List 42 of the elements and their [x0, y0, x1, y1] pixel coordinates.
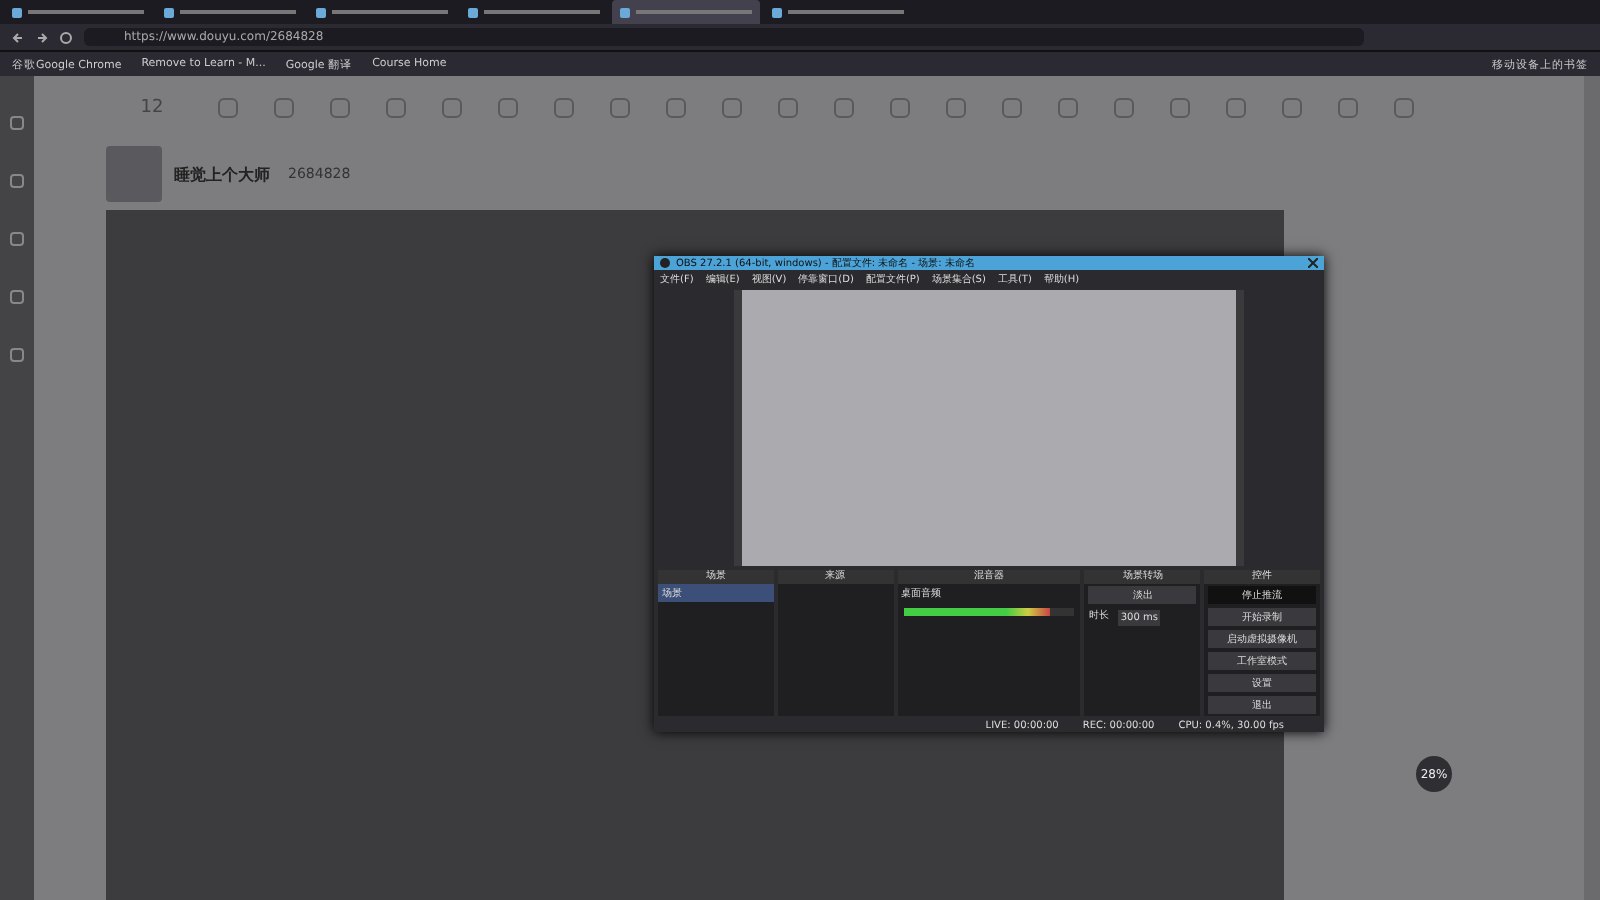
favicon-icon: [164, 7, 174, 17]
favicon-icon: [772, 7, 782, 17]
favicon-icon: [12, 7, 22, 17]
sidebar-icon[interactable]: [10, 232, 24, 246]
nav-icon[interactable]: [1282, 98, 1302, 118]
browser-tab[interactable]: [612, 0, 760, 24]
obs-logo-icon: [660, 258, 670, 269]
nav-icon[interactable]: [890, 98, 910, 118]
nav-icon[interactable]: [1394, 98, 1414, 118]
nav-icon[interactable]: [946, 98, 966, 118]
nav-icon[interactable]: [1226, 98, 1246, 118]
nav-icon[interactable]: [218, 98, 238, 118]
nav-icon[interactable]: [554, 98, 574, 118]
close-icon[interactable]: [1308, 258, 1318, 269]
nav-icon[interactable]: [274, 98, 294, 118]
sidebar-icon[interactable]: [10, 290, 24, 304]
nav-icon[interactable]: [386, 98, 406, 118]
favicon-icon: [620, 7, 630, 17]
nav-icon[interactable]: [722, 98, 742, 118]
nav-icon[interactable]: [778, 98, 798, 118]
avatar-placeholder: [106, 146, 162, 202]
favicon-icon: [468, 7, 478, 17]
sidebar-icon[interactable]: [10, 348, 24, 362]
reload-icon[interactable]: [60, 31, 72, 43]
nav-icon[interactable]: [498, 98, 518, 118]
nav-icon[interactable]: [834, 98, 854, 118]
back-arrow-icon[interactable]: [12, 31, 24, 43]
favicon-icon: [316, 7, 326, 17]
forward-arrow-icon[interactable]: [36, 31, 48, 43]
nav-icon[interactable]: [1058, 98, 1078, 118]
nav-icon[interactable]: [330, 98, 350, 118]
nav-icon[interactable]: [1002, 98, 1022, 118]
nav-icon[interactable]: [666, 98, 686, 118]
nav-icon[interactable]: [1338, 98, 1358, 118]
nav-icon[interactable]: [1114, 98, 1134, 118]
sidebar-icon[interactable]: [10, 174, 24, 188]
streamer-name: 睡觉上个大师: [174, 163, 270, 185]
scrollbar[interactable]: [1584, 76, 1600, 900]
nav-icon[interactable]: [1170, 98, 1190, 118]
nav-icon[interactable]: [610, 98, 630, 118]
sidebar-icon[interactable]: [10, 116, 24, 130]
nav-icon[interactable]: [442, 98, 462, 118]
